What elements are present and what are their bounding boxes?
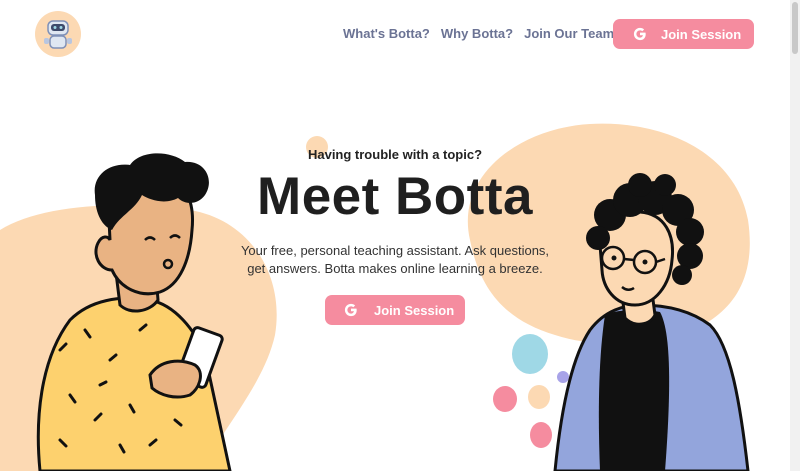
google-icon [344, 303, 357, 317]
robot-icon [44, 20, 72, 49]
join-session-label: Join Session [374, 302, 455, 318]
google-icon [633, 27, 646, 41]
hero-illustration [0, 123, 750, 471]
blue-dot [512, 334, 548, 374]
main-nav: What's Botta? Why Botta? Join Our Team [343, 27, 614, 41]
scrollbar[interactable] [790, 0, 800, 471]
scrollbar-thumb[interactable] [792, 2, 798, 54]
join-session-label: Join Session [661, 26, 742, 42]
hero-title: Meet Botta [257, 167, 533, 226]
purple-dot [557, 371, 569, 383]
nav-link-whats-botta[interactable]: What's Botta? [343, 27, 430, 41]
nav-link-why-botta[interactable]: Why Botta? [441, 27, 513, 41]
hero-tagline: Having trouble with a topic? [307, 147, 483, 162]
peach-dot [528, 385, 550, 409]
logo[interactable] [35, 11, 81, 57]
nav-link-join-our-team[interactable]: Join Our Team [524, 27, 614, 41]
join-session-button-hero[interactable]: Join Session [325, 295, 465, 325]
join-session-button-nav[interactable]: Join Session [613, 19, 754, 49]
hero-description: Your free, personal teaching assistant. … [240, 243, 550, 276]
pink-dot-2 [530, 422, 552, 448]
pink-dot-1 [493, 386, 517, 412]
